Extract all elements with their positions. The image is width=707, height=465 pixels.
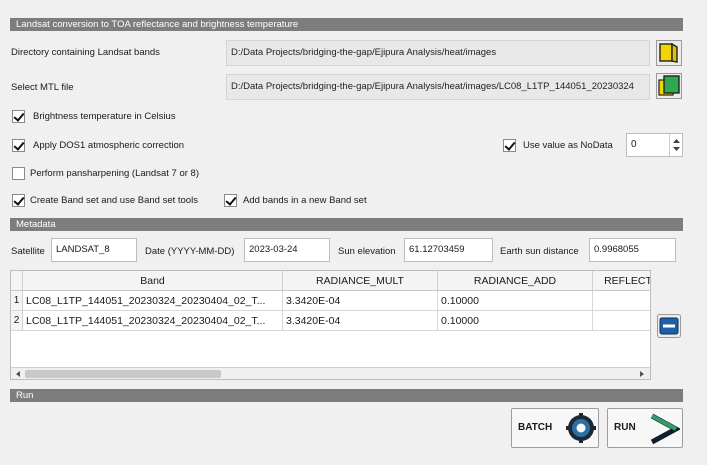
sun-elevation-label: Sun elevation bbox=[338, 246, 396, 257]
table-cell-reflect[interactable] bbox=[593, 311, 650, 331]
table-cell-radiance-mult[interactable]: 3.3420E-04 bbox=[283, 291, 438, 311]
run-arrow-icon bbox=[650, 413, 680, 445]
section-header-metadata: Metadata bbox=[10, 218, 683, 231]
section-header-conversion: Landsat conversion to TOA reflectance an… bbox=[10, 18, 683, 31]
brightness-celsius-checkbox[interactable] bbox=[12, 110, 25, 123]
date-label: Date (YYYY-MM-DD) bbox=[145, 246, 235, 257]
row-number[interactable]: 1 bbox=[11, 291, 23, 311]
sun-elevation-field[interactable]: 61.12703459 bbox=[404, 238, 493, 262]
table-cell-reflect[interactable] bbox=[593, 291, 650, 311]
directory-path-field[interactable]: D:/Data Projects/bridging-the-gap/Ejipur… bbox=[226, 40, 650, 66]
satellite-label: Satellite bbox=[11, 246, 45, 257]
nodata-value: 0 bbox=[631, 139, 637, 150]
directory-label: Directory containing Landsat bands bbox=[11, 47, 160, 58]
create-band-set-label: Create Band set and use Band set tools bbox=[30, 195, 198, 206]
table-cell-radiance-add[interactable]: 0.10000 bbox=[438, 291, 593, 311]
folder-yellow-icon bbox=[656, 40, 682, 66]
date-field[interactable]: 2023-03-24 bbox=[244, 238, 330, 262]
open-directory-button[interactable] bbox=[656, 40, 682, 66]
spin-up-down-icon bbox=[673, 139, 680, 151]
remove-row-button[interactable] bbox=[657, 314, 681, 338]
use-nodata-label: Use value as NoData bbox=[523, 140, 613, 151]
create-band-set-checkbox[interactable] bbox=[12, 194, 25, 207]
earth-sun-distance-field[interactable]: 0.9968055 bbox=[589, 238, 676, 262]
pansharpening-label: Perform pansharpening (Landsat 7 or 8) bbox=[30, 168, 199, 179]
scrollbar-thumb[interactable] bbox=[25, 370, 221, 378]
batch-button[interactable]: BATCH bbox=[511, 408, 599, 448]
column-header-reflect[interactable]: REFLECT bbox=[593, 271, 650, 291]
minus-icon bbox=[657, 314, 681, 338]
table-cell-band[interactable]: LC08_L1TP_144051_20230324_20230404_02_T.… bbox=[23, 291, 283, 311]
spin-arrows[interactable] bbox=[669, 134, 682, 156]
satellite-field[interactable]: LANDSAT_8 bbox=[51, 238, 137, 262]
mtl-label: Select MTL file bbox=[11, 82, 74, 93]
add-bands-label: Add bands in a new Band set bbox=[243, 195, 367, 206]
scroll-right-icon[interactable] bbox=[637, 369, 647, 379]
brightness-celsius-label: Brightness temperature in Celsius bbox=[33, 111, 176, 122]
dos1-checkbox[interactable] bbox=[12, 139, 25, 152]
nodata-spinbox[interactable]: 0 bbox=[626, 133, 683, 157]
use-nodata-checkbox[interactable] bbox=[503, 139, 516, 152]
scroll-left-icon[interactable] bbox=[13, 369, 23, 379]
band-metadata-table[interactable]: Band RADIANCE_MULT RADIANCE_ADD REFLECT … bbox=[10, 270, 651, 380]
column-header-band[interactable]: Band bbox=[23, 271, 283, 291]
file-green-icon bbox=[656, 73, 682, 99]
table-cell-band[interactable]: LC08_L1TP_144051_20230324_20230404_02_T.… bbox=[23, 311, 283, 331]
corner-header bbox=[11, 271, 23, 291]
row-number[interactable]: 2 bbox=[11, 311, 23, 331]
run-button[interactable]: RUN bbox=[607, 408, 683, 448]
table-cell-radiance-mult[interactable]: 3.3420E-04 bbox=[283, 311, 438, 331]
add-bands-checkbox[interactable] bbox=[224, 194, 237, 207]
column-header-radiance-add[interactable]: RADIANCE_ADD bbox=[438, 271, 593, 291]
dos1-label: Apply DOS1 atmospheric correction bbox=[33, 140, 185, 151]
open-mtl-file-button[interactable] bbox=[656, 73, 682, 99]
column-header-radiance-mult[interactable]: RADIANCE_MULT bbox=[283, 271, 438, 291]
pansharpening-checkbox[interactable] bbox=[12, 167, 25, 180]
earth-sun-distance-label: Earth sun distance bbox=[500, 246, 579, 257]
table-horizontal-scrollbar[interactable] bbox=[11, 367, 650, 379]
table-cell-radiance-add[interactable]: 0.10000 bbox=[438, 311, 593, 331]
section-header-run: Run bbox=[10, 389, 683, 402]
run-button-label: RUN bbox=[614, 422, 636, 433]
mtl-path-field[interactable]: D:/Data Projects/bridging-the-gap/Ejipur… bbox=[226, 74, 650, 100]
batch-gear-icon bbox=[566, 413, 596, 443]
batch-button-label: BATCH bbox=[518, 422, 553, 433]
